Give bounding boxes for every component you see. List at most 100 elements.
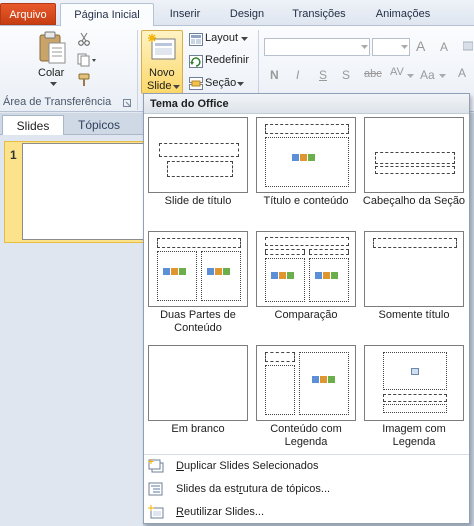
paste-label[interactable]: Colar — [38, 67, 64, 79]
duplicate-slides-item[interactable]: Duplicar Slides Selecionados — [144, 457, 469, 477]
content-placeholder-left — [157, 251, 197, 301]
ribbon-tab-bar: Arquivo Página Inicial Inserir Design Tr… — [0, 0, 474, 27]
new-slide-label-2: Slide — [147, 80, 172, 92]
content-placeholder-right — [309, 258, 349, 302]
dialog-launcher-icon[interactable] — [122, 98, 132, 108]
new-slide-dropdown-icon — [172, 84, 180, 90]
change-case-button[interactable]: Aa — [420, 68, 435, 82]
section-icon[interactable] — [188, 75, 204, 91]
layout-thumbnail — [364, 345, 464, 421]
reuse-slides-icon — [148, 505, 166, 521]
heading-left — [265, 249, 305, 255]
shadow-button[interactable]: S — [342, 68, 350, 82]
section-label[interactable]: Seção — [205, 77, 236, 89]
layout-name: Comparação — [274, 309, 338, 321]
content-icons — [312, 376, 335, 383]
layout-name: Título e conteúdo — [263, 195, 349, 207]
layout-thumbnail — [364, 231, 464, 307]
slide-thumbnail[interactable] — [22, 143, 146, 240]
font-size-dropdown-icon[interactable] — [400, 44, 408, 50]
heading-right — [309, 249, 349, 255]
layout-thumbnail — [256, 231, 356, 307]
tab-outline[interactable]: Tópicos — [66, 115, 132, 135]
duplicate-slides-label: Duplicar Slides Selecionados — [176, 460, 319, 472]
layout-thumbnail — [148, 345, 248, 421]
content-icons — [207, 268, 230, 275]
tab-slides[interactable]: Slides — [2, 115, 64, 135]
copy-icon[interactable] — [76, 52, 98, 68]
content-icons — [292, 154, 315, 161]
tab-file[interactable]: Arquivo — [0, 3, 56, 25]
slides-from-outline-item[interactable]: Slides da estrutura de tópicos... — [144, 480, 469, 500]
title-placeholder — [159, 143, 239, 157]
italic-button[interactable]: I — [296, 68, 299, 82]
underline-button[interactable]: S — [319, 68, 327, 82]
subtitle-placeholder — [167, 161, 233, 177]
title-placeholder — [375, 152, 455, 164]
char-spacing-dropdown-icon[interactable] — [406, 73, 414, 79]
tab-home[interactable]: Página Inicial — [60, 3, 154, 27]
content-placeholder — [265, 137, 349, 187]
layout-icon[interactable] — [188, 31, 204, 47]
layout-label[interactable]: Layout — [205, 32, 238, 44]
reuse-slides-label: Reutilizar Slides... — [176, 506, 265, 518]
content-icons — [315, 272, 338, 279]
title-placeholder — [373, 238, 457, 248]
paste-icon[interactable] — [36, 30, 68, 66]
clear-format-icon[interactable] — [462, 40, 474, 54]
font-name-dropdown-icon[interactable] — [360, 44, 368, 50]
content-icons — [271, 272, 294, 279]
tab-animations[interactable]: Animações — [366, 3, 440, 26]
layout-thumbnail — [256, 345, 356, 421]
layout-dropdown-icon[interactable] — [240, 36, 248, 42]
font-color-button[interactable]: A — [458, 66, 466, 80]
duplicate-slides-icon — [148, 459, 166, 475]
text-placeholder — [265, 365, 295, 415]
layout-name: Slide de título — [164, 195, 232, 207]
title-placeholder — [265, 237, 349, 246]
layout-thumbnail — [148, 231, 248, 307]
new-slide-gallery: Tema do Office Slide de título Título e … — [143, 93, 470, 524]
layout-thumbnail — [148, 117, 248, 193]
new-slide-icon — [146, 33, 178, 63]
change-case-dropdown-icon[interactable] — [438, 73, 446, 79]
content-icons — [163, 268, 186, 275]
layout-name: Cabeçalho da Seção — [362, 195, 466, 207]
title-placeholder — [157, 238, 241, 248]
layout-name: Conteúdo com Legenda — [270, 423, 342, 448]
new-slide-button[interactable]: Novo Slide — [141, 30, 183, 94]
bold-button[interactable]: N — [270, 68, 279, 82]
group-separator — [137, 30, 138, 110]
slide-number: 1 — [10, 148, 17, 162]
picture-icon — [410, 367, 419, 375]
gallery-header: Tema do Office — [144, 94, 469, 114]
content-placeholder-left — [265, 258, 305, 302]
layout-thumbnail — [364, 117, 464, 193]
content-placeholder-right — [201, 251, 241, 301]
font-name-input[interactable] — [264, 38, 370, 56]
title-placeholder — [265, 352, 295, 362]
shrink-font-button[interactable]: A — [440, 40, 448, 54]
text-placeholder — [375, 166, 455, 174]
format-painter-icon[interactable] — [76, 72, 92, 88]
tab-insert[interactable]: Inserir — [160, 3, 210, 26]
strikethrough-button[interactable]: abc — [364, 68, 382, 80]
layout-name: Duas Partes de Conteúdo — [160, 309, 236, 334]
tab-design[interactable]: Design — [220, 3, 274, 26]
layout-name: Imagem com Legenda — [382, 423, 446, 448]
clipboard-group-label: Área de Transferência — [3, 96, 112, 108]
content-placeholder — [299, 352, 349, 415]
slides-from-outline-icon — [148, 482, 166, 498]
title-placeholder — [383, 394, 447, 402]
tab-transitions[interactable]: Transições — [282, 3, 356, 26]
reuse-slides-item[interactable]: Reutilizar Slides... — [144, 503, 469, 523]
section-dropdown-icon[interactable] — [236, 81, 244, 87]
cut-icon[interactable] — [76, 31, 92, 47]
reset-icon[interactable] — [188, 53, 204, 69]
char-spacing-button[interactable]: AV — [390, 66, 404, 78]
grow-font-button[interactable]: A — [416, 38, 425, 54]
slides-from-outline-label: Slides da estrutura de tópicos... — [176, 483, 331, 495]
paste-dropdown-icon[interactable] — [48, 80, 58, 88]
new-slide-label-1: Novo — [149, 67, 175, 79]
reset-label[interactable]: Redefinir — [205, 54, 249, 66]
